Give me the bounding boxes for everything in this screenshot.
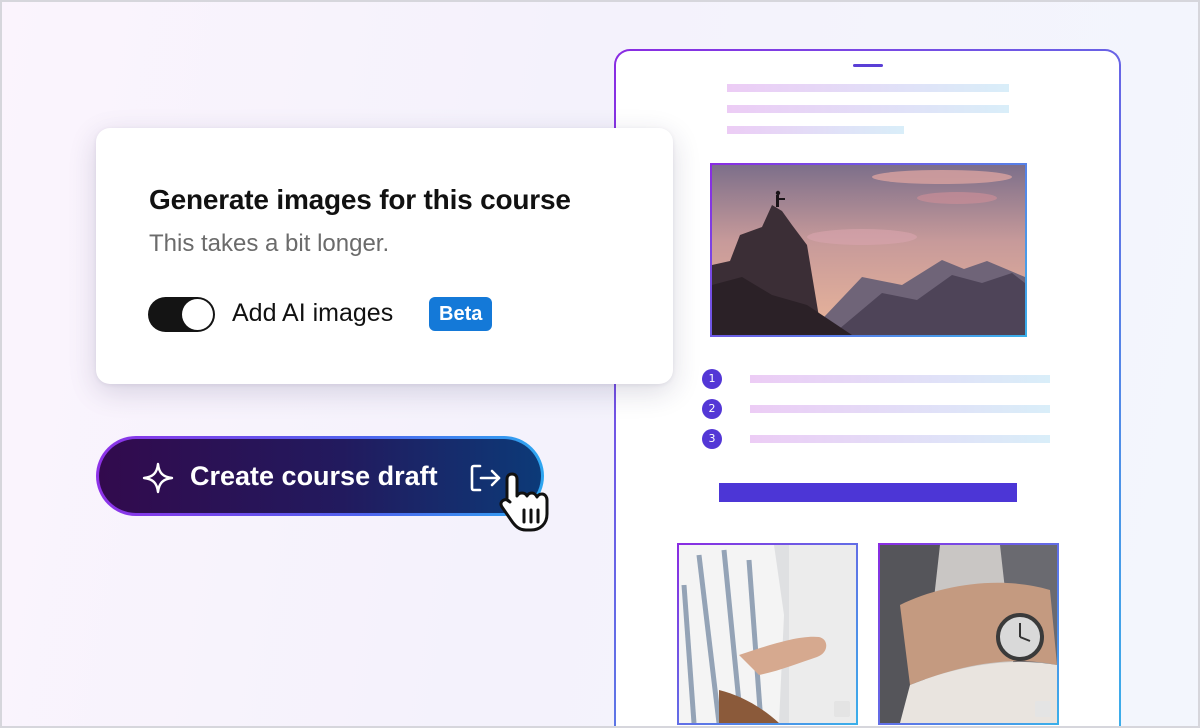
card-subtitle: This takes a bit longer. xyxy=(149,230,390,257)
step-badge: 2 xyxy=(702,399,722,419)
title-skeleton-line-2 xyxy=(727,105,1009,113)
create-button-label: Create course draft xyxy=(190,461,438,491)
toggle-label: Add AI images xyxy=(232,299,394,327)
title-skeleton-line-1 xyxy=(727,84,1009,92)
step-badge: 3 xyxy=(702,429,722,449)
add-ai-images-toggle[interactable] xyxy=(148,297,215,332)
hero-image xyxy=(710,163,1027,337)
document-notch xyxy=(853,64,883,67)
step-skeleton-line xyxy=(750,435,1050,443)
sparkle-icon xyxy=(142,462,174,494)
step-badge: 1 xyxy=(702,369,722,389)
preview-button-bar xyxy=(719,483,1017,502)
handshake-image xyxy=(677,543,858,725)
beta-badge: Beta xyxy=(429,297,493,331)
select-checkbox[interactable] xyxy=(834,701,850,717)
generate-images-card: Generate images for this course This tak… xyxy=(96,128,673,384)
create-course-draft-button[interactable]: Create course draft xyxy=(96,436,544,516)
select-checkbox[interactable] xyxy=(1035,701,1051,717)
watch-image xyxy=(878,543,1059,725)
card-title: Generate images for this course xyxy=(149,184,571,215)
step-skeleton-line xyxy=(750,375,1050,383)
step-skeleton-line xyxy=(750,405,1050,413)
toggle-knob xyxy=(182,299,213,330)
course-preview-document: 1 2 3 xyxy=(614,49,1121,728)
title-skeleton-line-3 xyxy=(727,126,904,134)
hand-pointer-icon xyxy=(499,472,549,532)
